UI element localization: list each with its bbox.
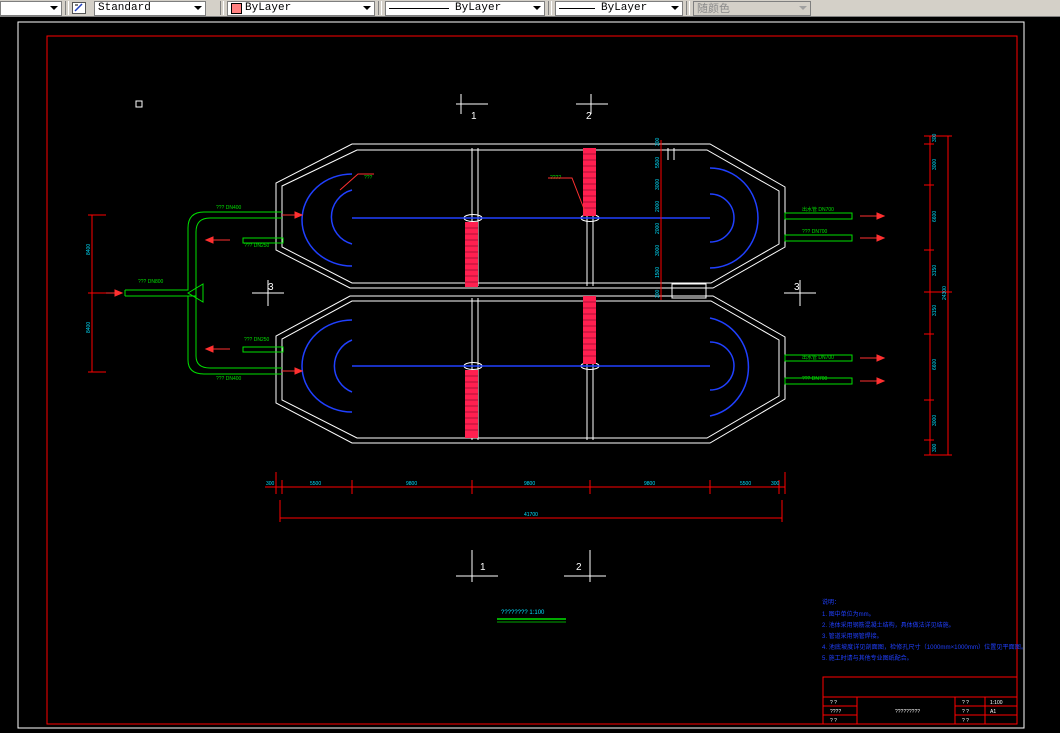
dim-right-1: 300 xyxy=(932,133,938,142)
chevron-down-icon xyxy=(796,3,809,14)
section-label-top-2: 2 xyxy=(586,111,592,122)
dim-mid-6: 3000 xyxy=(655,245,661,256)
section-label-left-3: 3 xyxy=(268,282,274,293)
lineweight-value: ByLayer xyxy=(601,2,648,14)
properties-toolbar: Standard ByLayer ByLayer ByLayer 随颜色 xyxy=(0,0,1060,17)
tb-r3c3: ? ? xyxy=(962,718,969,724)
text-style-icon[interactable] xyxy=(72,2,86,14)
color-control-dropdown[interactable]: ByLayer xyxy=(227,0,375,16)
chevron-down-icon[interactable] xyxy=(530,3,543,14)
dim-right-8: 300 xyxy=(932,443,938,452)
toolbar-separator xyxy=(686,1,690,15)
toolbar-separator xyxy=(65,1,69,15)
dim-bottom-6: 5500 xyxy=(740,481,751,487)
pipe-label-upper-return: ??? DN250 xyxy=(244,243,270,249)
dim-right-5: 3150 xyxy=(932,305,938,316)
linetype-value: ByLayer xyxy=(455,2,502,14)
dim-mid-8: 300 xyxy=(655,289,661,298)
notes-item-4: 4. 池底坡度详见剖面图，检修孔尺寸（1000mm×1000mm）位置见平面图。 xyxy=(822,643,1027,651)
pipe-label-outlet-3: 出水管 DN700 xyxy=(802,354,834,361)
pipe-label-outlet-1: 出水管 DN700 xyxy=(802,206,834,213)
dim-right-total: 24300 xyxy=(942,286,948,300)
dim-mid-3: 3000 xyxy=(655,179,661,190)
tb-r2c1: ???? xyxy=(830,709,841,715)
tb-r2c4: A1 xyxy=(990,709,996,715)
toolbar-separator xyxy=(220,1,224,15)
tb-center: ????????? xyxy=(895,709,920,715)
dim-left-b: 8400 xyxy=(86,322,92,333)
dim-mid-5: 2000 xyxy=(655,223,661,234)
dim-right-3: 6600 xyxy=(932,211,938,222)
dim-bottom-4: 9800 xyxy=(524,481,535,487)
section-label-right-3: 3 xyxy=(794,282,800,293)
dim-mid-7: 1500 xyxy=(655,267,661,278)
section-label-top-1: 1 xyxy=(471,111,477,122)
notes-heading: 说明： xyxy=(822,598,840,606)
dim-bottom-total: 41700 xyxy=(524,512,538,518)
textstyle-left-dropdown[interactable] xyxy=(0,0,62,16)
tb-r1c1: ? ? xyxy=(830,700,837,706)
dim-bottom-3: 9800 xyxy=(406,481,417,487)
dim-mid-1: 300 xyxy=(655,137,661,146)
chevron-down-icon[interactable] xyxy=(191,3,204,14)
dim-mid-2: 5500 xyxy=(655,157,661,168)
toolbar-separator xyxy=(378,1,382,15)
tb-r3c1: ? ? xyxy=(830,718,837,724)
textstyle-dropdown[interactable]: Standard xyxy=(94,0,206,16)
notes-item-3: 3. 管道采用钢管焊接。 xyxy=(822,632,883,640)
pipe-label-upper-inlet: ??? DN400 xyxy=(216,205,242,211)
pipe-label-lower-return: ??? DN250 xyxy=(244,337,270,343)
chevron-down-icon[interactable] xyxy=(668,3,681,14)
dim-right-7: 3000 xyxy=(932,415,938,426)
color-value: ByLayer xyxy=(245,2,292,14)
lineweight-control-dropdown[interactable]: ByLayer xyxy=(555,0,683,16)
dim-right-4: 3150 xyxy=(932,265,938,276)
tb-r1c4: 1:100 xyxy=(990,700,1003,706)
dim-mid-4: 2000 xyxy=(655,201,661,212)
tb-r2c3: ? ? xyxy=(962,709,969,715)
dim-bottom-7: 300 xyxy=(771,481,780,487)
notes-item-5: 5. 施工时请与其他专业图纸配合。 xyxy=(822,654,913,662)
toolbar-separator xyxy=(548,1,552,15)
dim-bottom-1: 300 xyxy=(266,481,275,487)
notes-item-2: 2. 池体采用钢筋混凝土结构，具体做法详见结施。 xyxy=(822,621,955,629)
pipe-label-main-inlet: ??? DN800 xyxy=(138,279,164,285)
plotstyle-value: 随颜色 xyxy=(697,4,730,16)
plan-title: ???????? 1:100 xyxy=(501,610,545,616)
tb-r1c3: ? ? xyxy=(962,700,969,706)
section-label-bottom-1: 1 xyxy=(480,562,486,573)
chevron-down-icon[interactable] xyxy=(360,3,373,14)
section-label-bottom-2: 2 xyxy=(576,562,582,573)
linetype-control-dropdown[interactable]: ByLayer xyxy=(385,0,545,16)
dim-right-2: 3000 xyxy=(932,159,938,170)
lineweight-sample xyxy=(559,7,595,9)
dim-bottom-5: 9800 xyxy=(644,481,655,487)
leader-label-a: ??? xyxy=(364,175,373,181)
pipe-label-outlet-4: ??? DN700 xyxy=(802,376,828,382)
pipe-label-lower-inlet: ??? DN400 xyxy=(216,376,242,382)
dim-bottom-2: 5500 xyxy=(310,481,321,487)
plotstyle-control-dropdown: 随颜色 xyxy=(693,0,811,16)
textstyle-value: Standard xyxy=(98,2,151,14)
dim-left-a: 8400 xyxy=(86,244,92,255)
dim-right-6: 6600 xyxy=(932,359,938,370)
linetype-sample xyxy=(389,7,449,9)
notes-item-1: 1. 图中单位为mm。 xyxy=(822,610,875,618)
pipe-label-outlet-2: ??? DN700 xyxy=(802,229,828,235)
drawing-canvas[interactable]: 8400 8400 300 3000 6600 3150 3150 6600 3… xyxy=(0,17,1060,733)
color-swatch-icon xyxy=(231,2,242,14)
